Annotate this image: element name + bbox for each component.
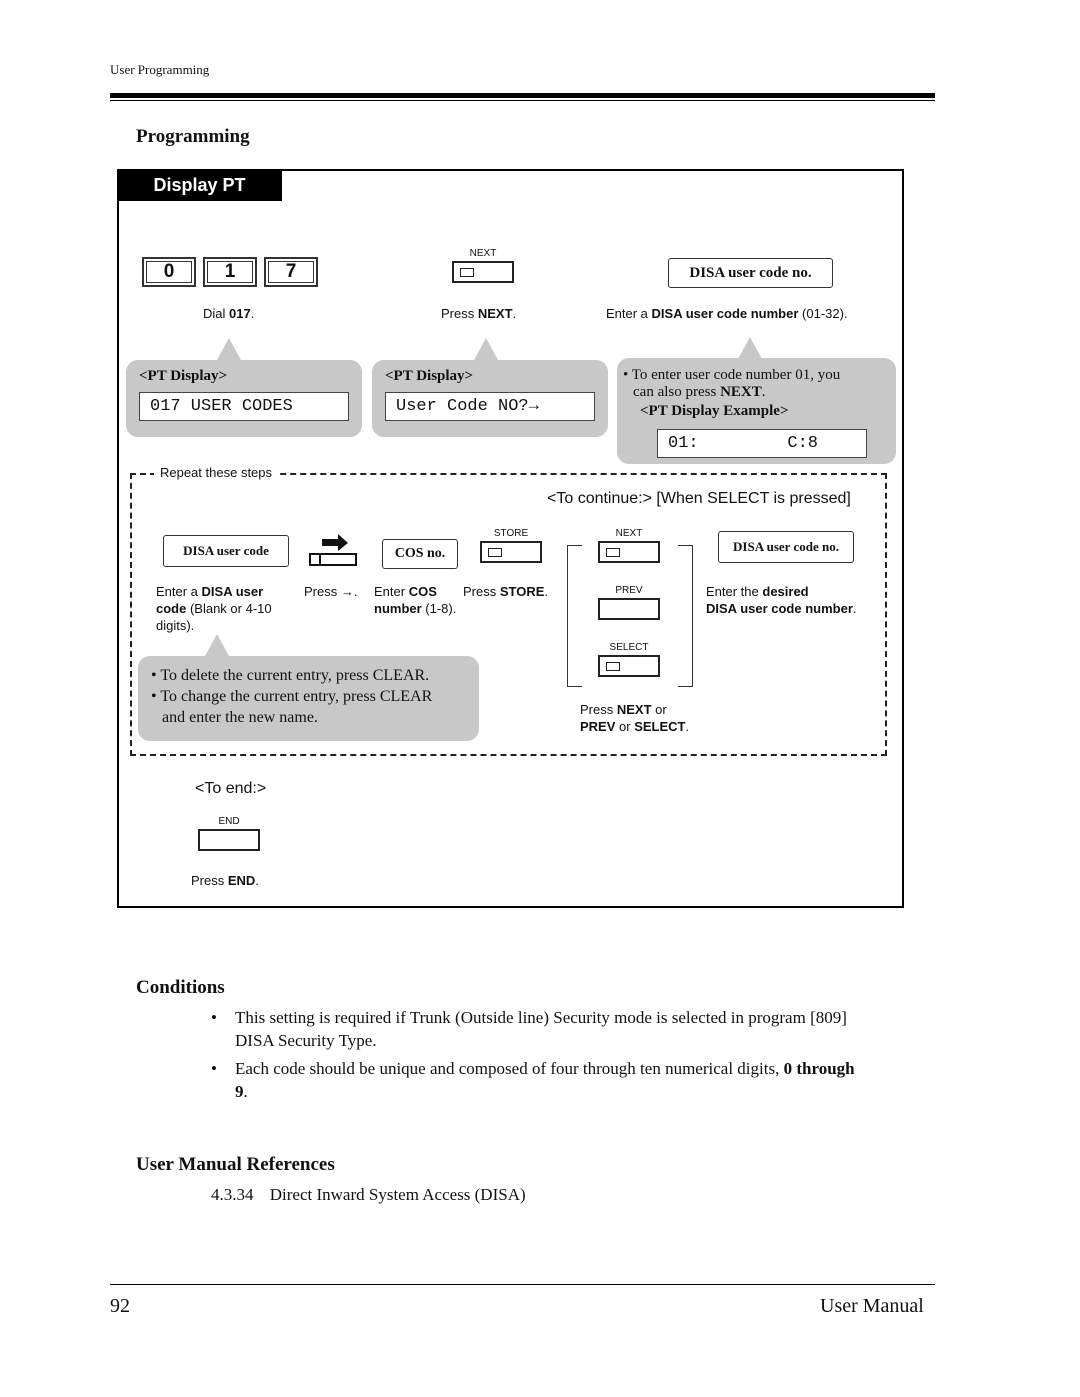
- right-arrow-key[interactable]: [308, 532, 360, 568]
- continue-label: <To continue:> [When SELECT is pressed]: [547, 490, 851, 507]
- bubble-pointer: [205, 634, 229, 656]
- arrow-right-icon: [322, 534, 348, 551]
- notes-list: • To delete the current entry, press CLE…: [151, 665, 432, 728]
- conditions-item: • Each code should be unique and compose…: [211, 1059, 855, 1101]
- running-head: User Programming: [110, 62, 210, 77]
- digit-label: 0: [163, 261, 175, 282]
- pt-display-example-bubble: • To enter user code number 01, you can …: [617, 358, 896, 464]
- header-rule-thick: [110, 93, 935, 98]
- cos-no-entry[interactable]: COS no.: [382, 539, 458, 569]
- repeat-label: Repeat these steps: [154, 465, 279, 480]
- disa-user-code-entry[interactable]: DISA user code: [163, 535, 289, 567]
- header-rule-thin: [110, 100, 935, 101]
- conditions-item: • This setting is required if Trunk (Out…: [211, 1008, 847, 1050]
- prev-key[interactable]: [598, 598, 660, 620]
- reference-item[interactable]: 4.3.34 Direct Inward System Access (DISA…: [211, 1183, 526, 1206]
- dial-caption: Dial 017.: [203, 306, 255, 321]
- prev-key-label: PREV: [615, 585, 643, 596]
- display-pt-tab: Display PT: [117, 169, 282, 201]
- lcd-display: User Code NO?→: [385, 392, 595, 421]
- led-icon: [460, 268, 474, 277]
- references-heading: User Manual References: [136, 1154, 335, 1175]
- bracket-left: [567, 545, 582, 687]
- reference-number: 4.3.34: [211, 1185, 254, 1204]
- select-key-label: SELECT: [609, 642, 649, 653]
- disa-code-caption: Enter a DISA user code number (01-32).: [606, 306, 848, 321]
- bracket-right: [678, 545, 693, 687]
- bubble-title: <PT Display>: [385, 368, 474, 384]
- digit-key-1[interactable]: 1: [203, 257, 257, 287]
- store-caption: Press STORE.: [463, 584, 549, 599]
- page-number: 92: [110, 1295, 130, 1317]
- led-icon: [606, 548, 620, 557]
- disa-user-code-no-entry[interactable]: DISA user code no.: [668, 258, 833, 288]
- clear-notes-bubble: • To delete the current entry, press CLE…: [138, 656, 479, 741]
- disa-user-code-caption: Enter a DISA user code (Blank or 4-10 di…: [156, 584, 272, 633]
- bubble-pointer: [474, 338, 498, 360]
- digit-key-7[interactable]: 7: [264, 257, 318, 287]
- end-caption: Press END.: [191, 873, 259, 888]
- pt-display-bubble-2: <PT Display> User Code NO?→: [372, 360, 608, 437]
- bullet: •: [211, 1008, 217, 1027]
- note-item: • To change the current entry, press CLE…: [151, 688, 433, 705]
- pt-display-bubble-1: <PT Display> 017 USER CODES: [126, 360, 362, 437]
- note-item: • To delete the current entry, press CLE…: [151, 667, 430, 684]
- footer-rule: [110, 1284, 935, 1285]
- select-key[interactable]: [598, 655, 660, 677]
- end-label: <To end:>: [195, 780, 267, 797]
- bullet: •: [211, 1059, 217, 1078]
- led-icon: [488, 548, 502, 557]
- cos-caption: Enter COS number (1-8).: [374, 584, 457, 616]
- nav-caption: Press NEXT or PREV or SELECT.: [580, 702, 690, 734]
- lcd-display-example: 01: C:8: [657, 429, 867, 458]
- digit-label: 7: [285, 261, 297, 282]
- note-item-continued: and enter the new name.: [162, 709, 318, 726]
- desired-disa-code-entry[interactable]: DISA user code no.: [718, 531, 854, 563]
- store-key-label: STORE: [493, 528, 529, 539]
- end-key-label: END: [218, 816, 240, 827]
- arrow-caption: Press →.: [304, 584, 358, 599]
- store-key[interactable]: [480, 541, 542, 563]
- next-key-label: NEXT: [469, 248, 497, 259]
- manual-title: User Manual: [820, 1295, 924, 1317]
- desired-caption: Enter the desired DISA user code number.: [706, 584, 857, 616]
- bubble-example-title: <PT Display Example>: [640, 403, 789, 419]
- next-caption: Press NEXT.: [441, 306, 517, 321]
- next-key[interactable]: [452, 261, 514, 283]
- bubble-note: • To enter user code number 01, you can …: [623, 367, 841, 400]
- digit-label: 1: [224, 261, 236, 282]
- bubble-pointer: [738, 337, 762, 359]
- digit-key-0[interactable]: 0: [142, 257, 196, 287]
- next-key[interactable]: [598, 541, 660, 563]
- end-key[interactable]: [198, 829, 260, 851]
- reference-title: Direct Inward System Access (DISA): [269, 1185, 526, 1204]
- bubble-title: <PT Display>: [139, 368, 228, 384]
- bullet: •: [623, 367, 632, 383]
- lcd-display: 017 USER CODES: [139, 392, 349, 421]
- led-icon: [606, 662, 620, 671]
- programming-heading: Programming: [136, 126, 250, 147]
- conditions-heading: Conditions: [136, 977, 225, 998]
- next-key-label: NEXT: [615, 528, 643, 539]
- bubble-pointer: [217, 338, 241, 360]
